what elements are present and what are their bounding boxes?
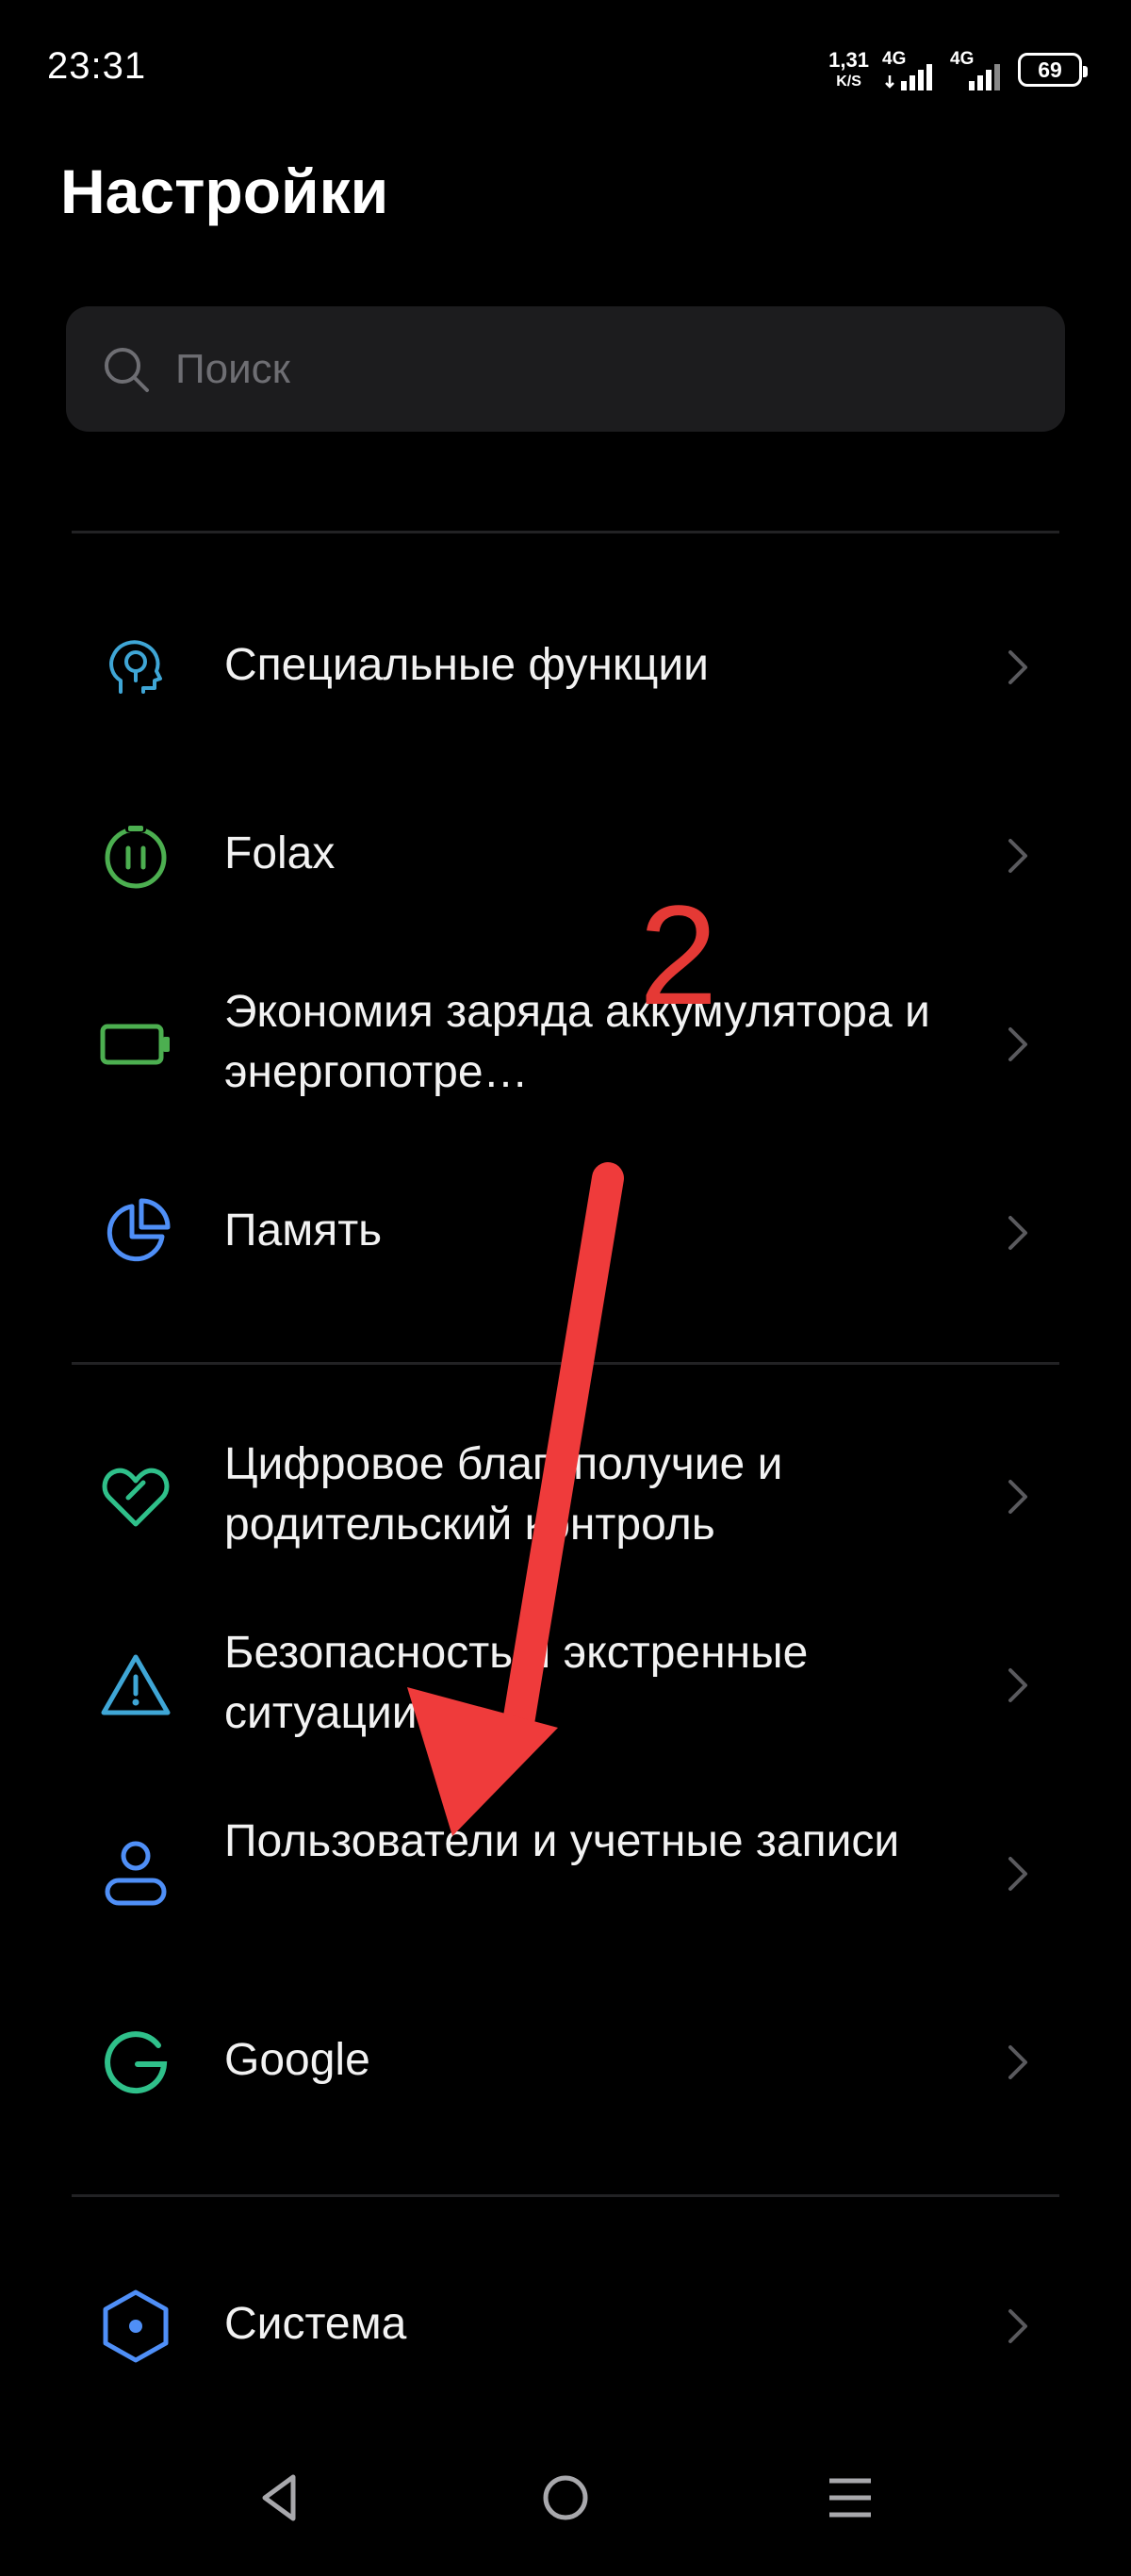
settings-screen: 23:31 1,31 K/S 4G 4G 69 Настройки Поиск … (0, 0, 1131, 2576)
divider (72, 2194, 1059, 2197)
battery-icon (98, 1007, 173, 1082)
google-icon (98, 2025, 173, 2100)
chevron-right-icon (1008, 2309, 1027, 2343)
settings-item-label: Google (224, 2035, 370, 2085)
sim1-signal-icon: 4G (882, 49, 937, 90)
settings-item-label: Безопасность и экстренные ситуации (224, 1628, 809, 1738)
divider (72, 531, 1059, 533)
system-hexagon-icon (98, 2289, 173, 2364)
folax-icon (98, 818, 173, 894)
heart-wellbeing-icon (98, 1459, 173, 1534)
settings-item-label: Экономия заряда аккумулятора и энергопот… (224, 987, 930, 1097)
search-bar[interactable] (66, 306, 1065, 432)
chevron-right-icon (1008, 1668, 1027, 1702)
search-input[interactable] (175, 345, 1024, 393)
chevron-right-icon (1008, 650, 1027, 684)
home-button[interactable] (528, 2460, 603, 2535)
network-speed-unit: K/S (836, 74, 861, 90)
settings-item-safety-emergency[interactable]: Безопасность и экстренные ситуации (0, 1621, 1131, 1748)
status-time: 23:31 (47, 45, 147, 87)
settings-item-digital-wellbeing[interactable]: Цифровое благополучие и родительский кон… (0, 1433, 1131, 1560)
divider (72, 1362, 1059, 1365)
warning-icon (98, 1648, 173, 1723)
accessibility-head-icon (98, 630, 173, 705)
settings-item-label: Система (224, 2299, 407, 2349)
settings-item-users-accounts[interactable]: Пользователи и учетные записи (0, 1810, 1131, 1937)
settings-item-label: Пользователи и учетные записи (224, 1816, 900, 1866)
status-icons: 1,31 K/S 4G 4G 69 (828, 41, 1088, 98)
battery-icon: 69 (1018, 53, 1088, 87)
sim2-signal-icon: 4G (950, 49, 1005, 90)
status-bar: 23:31 1,31 K/S 4G 4G 69 (0, 0, 1131, 132)
navigation-bar (0, 2432, 1131, 2576)
settings-item-label: Память (224, 1206, 383, 1255)
settings-item-battery[interactable]: Экономия заряда аккумулятора и энергопот… (0, 980, 1131, 1108)
settings-item-label: Специальные функции (224, 640, 709, 690)
chevron-right-icon (1008, 839, 1027, 873)
annotation-step-number: 2 (639, 876, 718, 1034)
user-icon (98, 1836, 173, 1911)
storage-pie-icon (98, 1195, 173, 1271)
settings-item-label: Цифровое благополучие и родительский кон… (224, 1439, 783, 1550)
network-speed-value: 1,31 (828, 48, 869, 72)
chevron-right-icon (1008, 1857, 1027, 1891)
chevron-right-icon (1008, 1216, 1027, 1250)
chevron-right-icon (1008, 1480, 1027, 1514)
settings-item-accessibility[interactable]: Специальные функции (0, 603, 1131, 730)
home-icon (543, 2475, 588, 2520)
search-icon (105, 347, 149, 392)
chevron-right-icon (1008, 1027, 1027, 1061)
settings-item-google[interactable]: Google (0, 1998, 1131, 2125)
settings-item-folax[interactable]: Folax (0, 792, 1131, 919)
network-speed: 1,31 K/S (828, 50, 869, 90)
back-icon (262, 2474, 296, 2521)
back-button[interactable] (241, 2460, 317, 2535)
page-title: Настройки (60, 156, 389, 226)
menu-button[interactable] (812, 2460, 888, 2535)
settings-item-label: Folax (224, 829, 336, 878)
settings-item-system[interactable]: Система (0, 2262, 1131, 2389)
settings-item-storage[interactable]: Память (0, 1169, 1131, 1296)
chevron-right-icon (1008, 2045, 1027, 2079)
battery-level: 69 (1038, 57, 1062, 82)
menu-icon (829, 2478, 871, 2518)
